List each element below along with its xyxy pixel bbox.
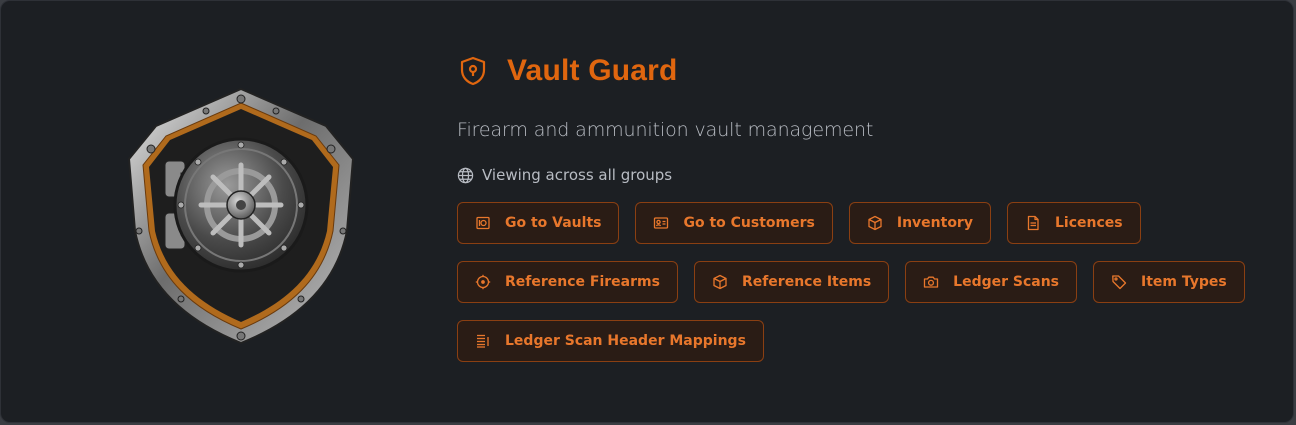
app-subtitle: Firearm and ammunition vault management <box>457 119 874 141</box>
button-row-1: Go to Vaults Go to Customers Inventory L… <box>457 202 1257 244</box>
vault-icon <box>475 215 491 231</box>
tag-icon <box>1111 274 1127 290</box>
vault-shield-logo <box>121 81 361 351</box>
button-label: Item Types <box>1141 274 1227 290</box>
camera-icon <box>923 274 939 290</box>
button-label: Licences <box>1054 215 1123 231</box>
go-to-customers-button[interactable]: Go to Customers <box>635 202 833 244</box>
ledger-scan-header-mappings-button[interactable]: Ledger Scan Header Mappings <box>457 320 764 362</box>
button-label: Reference Items <box>741 274 872 290</box>
navigation-buttons: Go to Vaults Go to Customers Inventory L… <box>457 202 1257 362</box>
button-label: Go to Customers <box>683 215 815 231</box>
main-content: Vault Guard Firearm and ammunition vault… <box>457 51 1257 379</box>
title-row: Vault Guard <box>457 51 1257 91</box>
go-to-vaults-button[interactable]: Go to Vaults <box>457 202 620 244</box>
ledger-scans-button[interactable]: Ledger Scans <box>905 261 1078 303</box>
crosshair-icon <box>475 274 491 290</box>
button-label: Ledger Scan Header Mappings <box>505 333 746 349</box>
dashboard-card: Vault Guard Firearm and ammunition vault… <box>0 0 1294 423</box>
button-row-2: Reference Firearms Reference Items Ledge… <box>457 261 1257 303</box>
box-icon <box>867 215 883 231</box>
globe-icon <box>457 167 474 184</box>
button-label: Inventory <box>896 215 973 231</box>
reference-items-button[interactable]: Reference Items <box>693 261 890 303</box>
list-icon <box>475 333 491 349</box>
item-types-button[interactable]: Item Types <box>1093 261 1245 303</box>
inventory-button[interactable]: Inventory <box>848 202 991 244</box>
button-row-3: Ledger Scan Header Mappings <box>457 320 1257 362</box>
id-card-icon <box>653 215 669 231</box>
button-label: Reference Firearms <box>505 274 660 290</box>
box-icon <box>712 274 728 290</box>
app-title: Vault Guard <box>507 54 678 87</box>
shield-keyhole-icon <box>457 55 489 87</box>
button-label: Go to Vaults <box>505 215 602 231</box>
reference-firearms-button[interactable]: Reference Firearms <box>457 261 678 303</box>
document-icon <box>1025 215 1041 231</box>
button-label: Ledger Scans <box>953 274 1060 290</box>
scope-indicator: Viewing across all groups <box>457 166 1257 184</box>
scope-text: Viewing across all groups <box>482 166 673 184</box>
licences-button[interactable]: Licences <box>1006 202 1141 244</box>
